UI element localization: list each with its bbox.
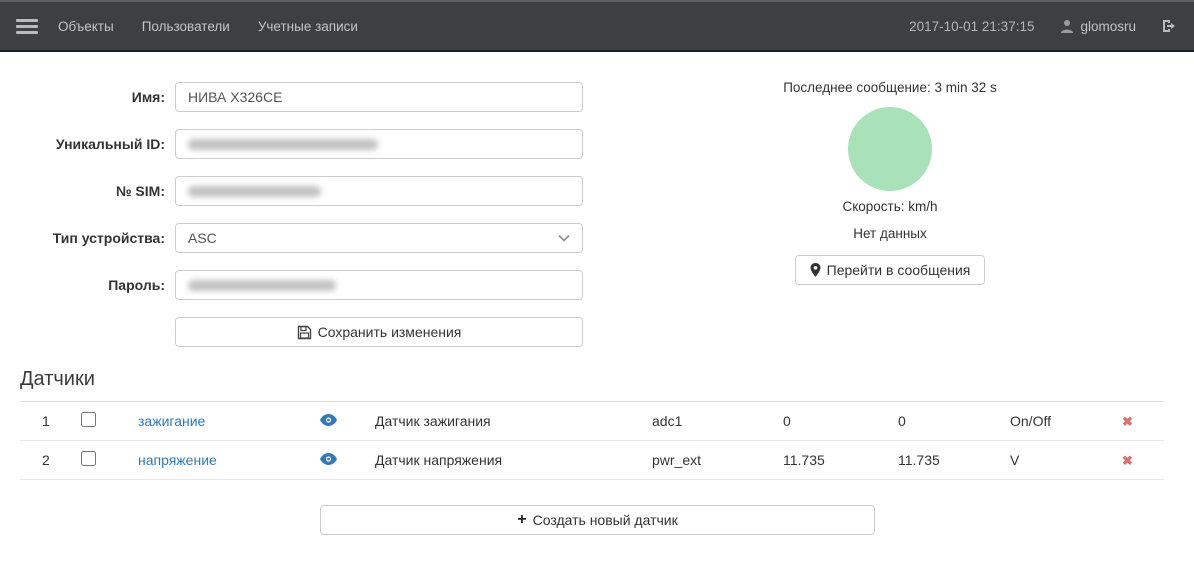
- device-type-value: ASC: [188, 230, 217, 246]
- goto-messages-button[interactable]: Перейти в сообщения: [795, 255, 986, 285]
- logout-button[interactable]: [1162, 19, 1178, 33]
- last-message-text: Последнее сообщение: 3 min 32 s: [765, 80, 1015, 95]
- sensor-value: 11.735: [775, 452, 890, 468]
- visibility-eye-icon[interactable]: [320, 414, 337, 426]
- save-floppy-icon: [297, 325, 312, 340]
- device-type-field-label: Тип устройства:: [15, 230, 165, 246]
- sensor-name-link[interactable]: зажигание: [138, 413, 205, 429]
- main-menu: Объекты Пользователи Учетные записи: [58, 19, 358, 34]
- sensor-description: Датчик напряжения: [360, 452, 640, 468]
- sensor-row-2: 2 напряжение Датчик напряжения pwr_ext 1…: [20, 441, 1164, 480]
- sensor-units: V: [1000, 452, 1110, 468]
- nav-item-users[interactable]: Пользователи: [142, 19, 230, 34]
- device-form: Имя: Уникальный ID: № SIM: Тип устройств…: [15, 82, 583, 347]
- status-indicator-circle: [848, 107, 932, 191]
- unique-id-field-label: Уникальный ID:: [15, 136, 165, 152]
- delete-sensor-icon[interactable]: ✖: [1122, 414, 1133, 429]
- logout-icon: [1162, 19, 1178, 33]
- create-sensor-button[interactable]: + Создать новый датчик: [320, 505, 875, 535]
- user-menu[interactable]: glomosru: [1060, 19, 1136, 34]
- device-status-panel: Последнее сообщение: 3 min 32 s Скорость…: [765, 80, 1015, 285]
- password-field[interactable]: [175, 270, 583, 300]
- speed-text: Скорость: km/h: [765, 199, 1015, 214]
- name-field[interactable]: [175, 82, 583, 112]
- sensor-value: 0: [775, 413, 890, 429]
- top-navbar: Объекты Пользователи Учетные записи 2017…: [0, 0, 1194, 52]
- nav-item-accounts[interactable]: Учетные записи: [258, 19, 358, 34]
- user-icon: [1060, 19, 1074, 33]
- sensor-index: 1: [20, 413, 70, 429]
- sensor-param: adc1: [640, 413, 775, 429]
- current-datetime: 2017-10-01 21:37:15: [909, 19, 1034, 34]
- unique-id-field[interactable]: [175, 129, 583, 159]
- sensor-checkbox[interactable]: [81, 412, 96, 427]
- sensor-name-link[interactable]: напряжение: [138, 452, 217, 468]
- map-marker-icon: [810, 263, 821, 277]
- device-type-select[interactable]: ASC: [175, 223, 583, 253]
- username-label: glomosru: [1080, 19, 1136, 34]
- hamburger-menu-icon[interactable]: [16, 19, 38, 34]
- sensor-raw-value: 0: [890, 413, 1000, 429]
- goto-messages-label: Перейти в сообщения: [827, 262, 971, 278]
- redacted-value: [188, 139, 378, 150]
- plus-icon: +: [517, 511, 526, 529]
- delete-sensor-icon[interactable]: ✖: [1122, 453, 1133, 468]
- chevron-down-icon: [558, 234, 570, 242]
- sensors-section: Датчики 1 зажигание Датчик зажигания adc…: [20, 368, 1164, 535]
- create-sensor-label: Создать новый датчик: [533, 512, 678, 528]
- sensor-row-1: 1 зажигание Датчик зажигания adc1 0 0 On…: [20, 402, 1164, 441]
- save-changes-button[interactable]: Сохранить изменения: [175, 317, 583, 347]
- sensor-description: Датчик зажигания: [360, 413, 640, 429]
- sensor-raw-value: 11.735: [890, 452, 1000, 468]
- sensor-checkbox[interactable]: [81, 451, 96, 466]
- nav-item-objects[interactable]: Объекты: [58, 19, 114, 34]
- sensors-title: Датчики: [20, 368, 1164, 402]
- sensor-units: On/Off: [1000, 413, 1110, 429]
- redacted-value: [188, 280, 336, 291]
- visibility-eye-icon[interactable]: [320, 453, 337, 465]
- sim-field[interactable]: [175, 176, 583, 206]
- no-data-text: Нет данных: [765, 226, 1015, 241]
- name-field-label: Имя:: [15, 89, 165, 105]
- password-field-label: Пароль:: [15, 277, 165, 293]
- redacted-value: [188, 186, 321, 197]
- sim-field-label: № SIM:: [15, 183, 165, 199]
- sensor-param: pwr_ext: [640, 452, 775, 468]
- save-changes-label: Сохранить изменения: [318, 324, 462, 340]
- sensor-index: 2: [20, 452, 70, 468]
